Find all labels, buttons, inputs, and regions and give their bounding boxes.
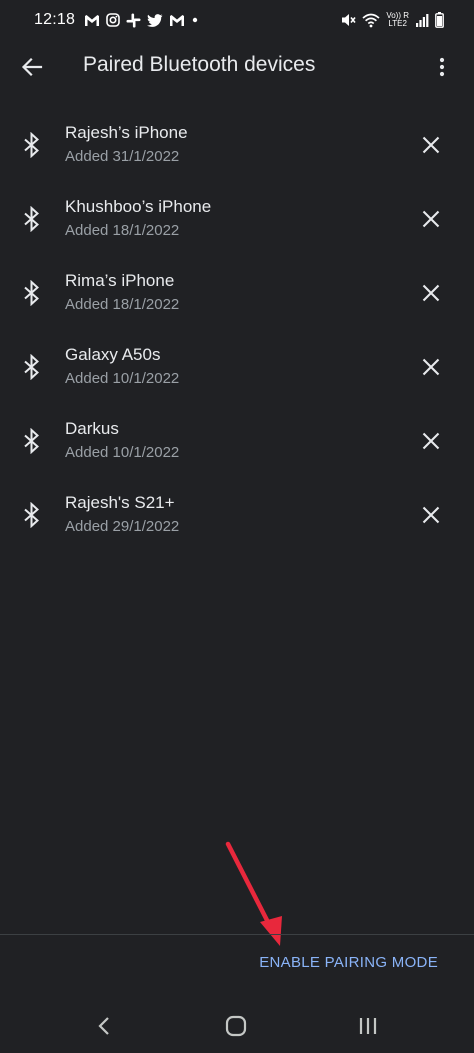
navigation-bar [0,1000,474,1053]
status-bar: 12:18 Vo)) R LTE2 [0,0,474,40]
bluetooth-icon [24,206,39,232]
device-item[interactable]: Rajesh’s iPhone Added 31/1/2022 [0,108,474,182]
arrow-back-icon [21,57,43,77]
device-name: Rajesh's S21+ [65,493,175,512]
remove-device-button[interactable] [416,500,446,530]
device-item[interactable]: Rajesh's S21+ Added 29/1/2022 [0,478,474,552]
device-item[interactable]: Galaxy A50s Added 10/1/2022 [0,330,474,404]
remove-device-button[interactable] [416,130,446,160]
nav-home-button[interactable] [216,1010,256,1042]
device-added-date: Added 18/1/2022 [65,296,180,313]
close-icon [422,506,440,524]
device-item[interactable]: Khushboo’s iPhone Added 18/1/2022 [0,182,474,256]
gmail-icon [169,14,185,27]
remove-device-button[interactable] [416,352,446,382]
bluetooth-icon [24,132,39,158]
device-name: Darkus [65,419,119,438]
enable-pairing-mode-button[interactable]: ENABLE PAIRING MODE [259,954,438,971]
device-item[interactable]: Rima’s iPhone Added 18/1/2022 [0,256,474,330]
gmail-icon [84,14,100,27]
device-added-date: Added 29/1/2022 [65,518,180,535]
close-icon [422,284,440,302]
bluetooth-icon [24,502,39,528]
signal-icon [415,13,429,28]
page-title: Paired Bluetooth devices [83,53,316,76]
more-vert-icon [439,57,445,77]
bluetooth-icon [24,428,39,454]
instagram-icon [106,13,120,27]
bluetooth-icon [24,280,39,306]
close-icon [422,136,440,154]
paired-device-list: Rajesh’s iPhone Added 31/1/2022 Khushboo… [0,108,474,552]
device-added-date: Added 10/1/2022 [65,444,180,461]
slack-icon [126,13,141,28]
lte-label: LTE2 [388,19,407,28]
remove-device-button[interactable] [416,204,446,234]
device-added-date: Added 10/1/2022 [65,370,180,387]
screen: 12:18 Vo)) R LTE2 Paired Bluetooth devic… [0,0,474,1053]
nav-home-icon [225,1015,247,1037]
device-name: Galaxy A50s [65,345,161,364]
device-added-date: Added 18/1/2022 [65,222,180,239]
app-bar: Paired Bluetooth devices [0,40,474,94]
nav-back-icon [98,1017,109,1035]
back-button[interactable] [14,49,50,85]
remove-device-button[interactable] [416,426,446,456]
battery-icon [435,12,444,28]
dot-icon [191,16,199,24]
device-name: Rajesh’s iPhone [65,123,188,142]
notification-icons [84,11,199,29]
device-item[interactable]: Darkus Added 10/1/2022 [0,404,474,478]
twitter-icon [147,13,163,27]
remove-device-button[interactable] [416,278,446,308]
wifi-icon [362,13,380,28]
nav-recents-button[interactable] [348,1010,388,1042]
nav-recents-icon [359,1018,377,1034]
status-time: 12:18 [34,11,76,28]
nav-back-button[interactable] [84,1010,124,1042]
bluetooth-icon [24,354,39,380]
close-icon [422,432,440,450]
close-icon [422,210,440,228]
device-name: Rima’s iPhone [65,271,175,290]
volte-icon: Vo)) R LTE2 [386,12,409,28]
device-name: Khushboo’s iPhone [65,197,212,216]
bottom-divider [0,934,474,935]
mute-icon [340,12,356,28]
device-added-date: Added 31/1/2022 [65,148,180,165]
more-options-button[interactable] [424,49,460,85]
system-icons: Vo)) R LTE2 [340,10,444,30]
close-icon [422,358,440,376]
